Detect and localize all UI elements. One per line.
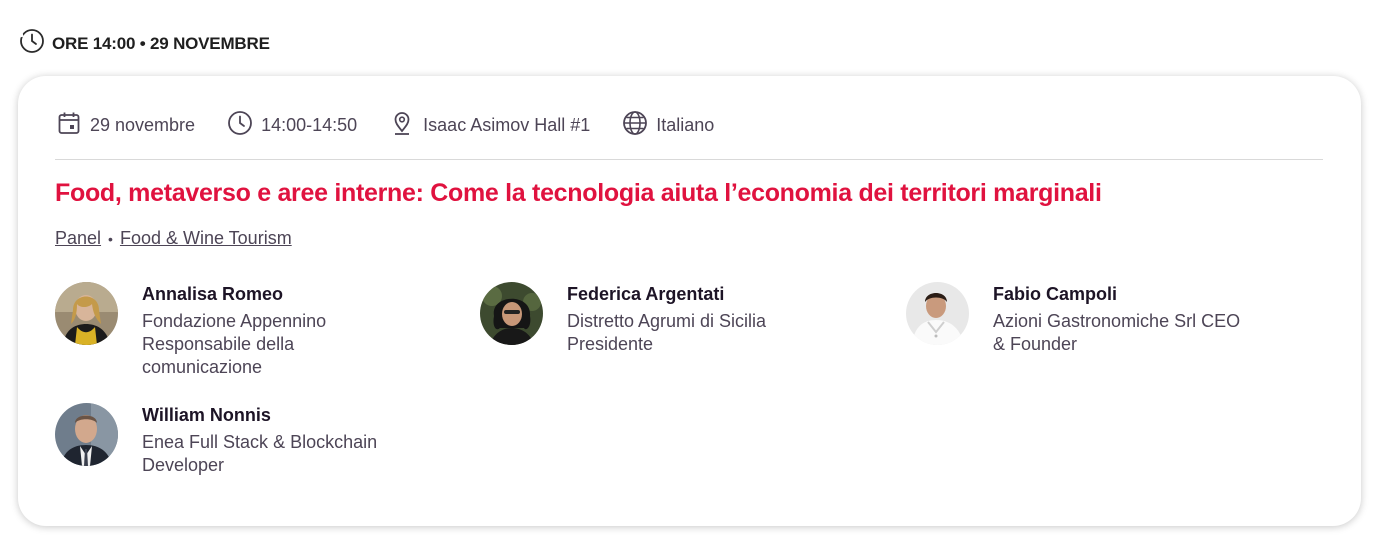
- location-pin-icon: [389, 110, 423, 141]
- speaker-card[interactable]: Fabio Campoli Azioni Gastronomiche Srl C…: [906, 282, 1253, 356]
- speaker-card[interactable]: Annalisa Romeo Fondazione Appennino Resp…: [55, 282, 402, 379]
- speaker-name[interactable]: William Nonnis: [142, 404, 402, 427]
- avatar[interactable]: [55, 403, 118, 466]
- clock-icon: [227, 110, 261, 141]
- speaker-role: Distretto Agrumi di Sicilia Presidente: [567, 311, 767, 354]
- avatar[interactable]: [480, 282, 543, 345]
- event-date-text: 29 novembre: [90, 115, 196, 135]
- speaker-role: Enea Full Stack & Blockchain Developer: [142, 432, 378, 475]
- tag-separator: •: [108, 230, 113, 247]
- tag-link-food-wine-tourism[interactable]: Food & Wine Tourism: [120, 228, 292, 249]
- event-language: Italiano: [622, 110, 714, 141]
- event-tags: Panel • Food & Wine Tourism: [55, 228, 292, 249]
- speaker-role: Fondazione Appennino Responsabile della …: [142, 311, 327, 377]
- clock-icon: [19, 28, 45, 59]
- event-time: 14:00-14:50: [227, 110, 357, 141]
- tag-link-panel[interactable]: Panel: [55, 228, 101, 249]
- event-location: Isaac Asimov Hall #1: [389, 110, 590, 141]
- event-date: 29 novembre: [56, 110, 195, 141]
- divider: [55, 159, 1323, 160]
- globe-icon: [622, 110, 656, 141]
- session-time-header: ORE 14:00 • 29 NOVEMBRE: [19, 28, 270, 59]
- speaker-name[interactable]: Fabio Campoli: [993, 283, 1253, 306]
- event-title[interactable]: Food, metaverso e aree interne: Come la …: [55, 179, 1102, 208]
- speaker-name[interactable]: Annalisa Romeo: [142, 283, 402, 306]
- calendar-icon: [56, 110, 90, 141]
- event-location-text: Isaac Asimov Hall #1: [423, 115, 591, 135]
- avatar[interactable]: [55, 282, 118, 345]
- speaker-card[interactable]: William Nonnis Enea Full Stack & Blockch…: [55, 403, 402, 477]
- speaker-name[interactable]: Federica Argentati: [567, 283, 827, 306]
- avatar[interactable]: [906, 282, 969, 345]
- event-time-text: 14:00-14:50: [261, 115, 358, 135]
- event-meta: 29 novembre 14:00-14:50 Isaac Asimov Hal…: [56, 110, 746, 141]
- speaker-card[interactable]: Federica Argentati Distretto Agrumi di S…: [480, 282, 827, 356]
- event-card: 29 novembre 14:00-14:50 Isaac Asimov Hal…: [18, 76, 1361, 526]
- speaker-role: Azioni Gastronomiche Srl CEO & Founder: [993, 311, 1241, 354]
- event-language-text: Italiano: [656, 115, 715, 135]
- session-time-label: ORE 14:00 • 29 NOVEMBRE: [52, 33, 270, 53]
